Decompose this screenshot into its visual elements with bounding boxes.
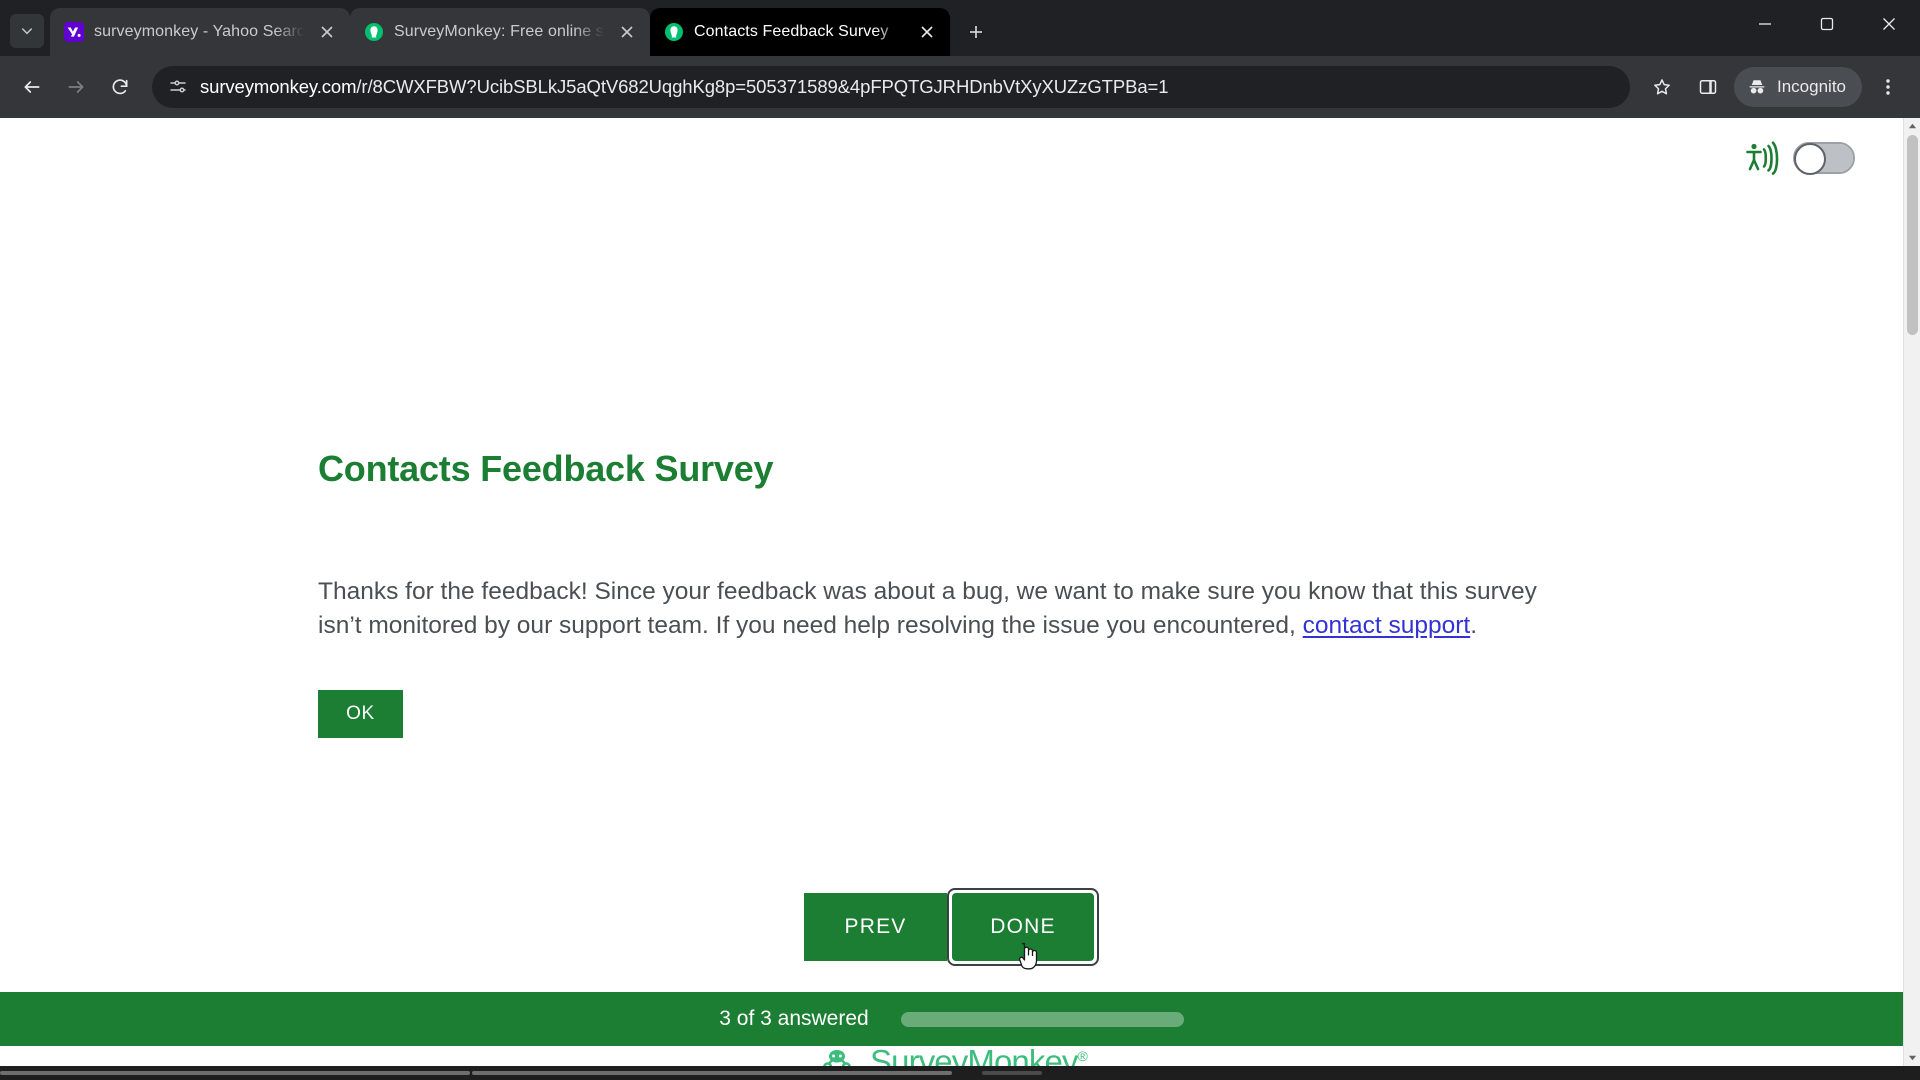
side-panel-icon: [1699, 80, 1717, 94]
minimize-icon: [1759, 23, 1771, 25]
yahoo-icon: [64, 22, 84, 42]
surveymonkey-logo[interactable]: SurveyMonkey®: [0, 1043, 1903, 1066]
close-icon: [321, 26, 333, 38]
arrow-left-icon: [24, 81, 40, 93]
taskbar-segment: [982, 1071, 1042, 1075]
done-button-focus-ring: DONE: [947, 888, 1099, 966]
tab-surveymonkey-home[interactable]: SurveyMonkey: Free online survey softwar…: [350, 8, 650, 56]
survey-page: Contacts Feedback Survey Thanks for the …: [0, 118, 1903, 1066]
tab-search-button[interactable]: [10, 14, 44, 48]
progress-track: [900, 1011, 1184, 1027]
page-scrollbar[interactable]: [1903, 118, 1920, 1066]
incognito-indicator[interactable]: Incognito: [1734, 67, 1862, 107]
os-taskbar: [0, 1066, 1920, 1080]
survey-navigation-buttons: PREV DONE: [804, 888, 1099, 966]
survey-message-period: .: [1470, 611, 1478, 639]
toggle-knob: [1794, 143, 1826, 175]
back-button[interactable]: [12, 67, 52, 107]
window-maximize-button[interactable]: [1796, 0, 1858, 48]
survey-progress-bar: 3 of 3 answered: [0, 992, 1903, 1046]
close-icon: [1883, 18, 1895, 30]
accessibility-toggle-switch[interactable]: [1793, 142, 1855, 175]
page-viewport: Contacts Feedback Survey Thanks for the …: [0, 118, 1920, 1066]
scrollbar-thumb[interactable]: [1907, 135, 1918, 335]
tab-title: surveymonkey - Yahoo Search Results: [94, 23, 304, 40]
survey-navigation: PREV DONE: [0, 888, 1903, 966]
toolbar-right-actions: Incognito: [1642, 67, 1908, 107]
surveymonkey-icon: [664, 22, 684, 42]
chevron-up-icon: [1908, 123, 1916, 129]
ok-button[interactable]: OK: [318, 690, 403, 739]
incognito-icon: [1749, 80, 1765, 94]
maximize-icon: [1820, 17, 1834, 31]
accessibility-icon: [1741, 138, 1781, 178]
scrollbar-up-arrow[interactable]: [1904, 118, 1920, 135]
surveymonkey-icon: [364, 22, 384, 42]
chevron-down-icon: [1908, 1055, 1916, 1061]
address-bar[interactable]: surveymonkey.com/r/8CWXFBW?UcibSBLkJ5aQt…: [152, 66, 1630, 108]
address-bar-url: surveymonkey.com/r/8CWXFBW?UcibSBLkJ5aQt…: [200, 76, 1168, 98]
scrollbar-down-arrow[interactable]: [1904, 1049, 1920, 1066]
browser-window: surveymonkey - Yahoo Search Results Surv…: [0, 0, 1920, 1080]
url-host: surveymonkey.com: [200, 76, 357, 97]
accessibility-toggle-group[interactable]: [1741, 138, 1855, 178]
bookmark-button[interactable]: [1642, 67, 1682, 107]
surveymonkey-wordmark: SurveyMonkey®: [870, 1043, 1088, 1066]
close-icon: [921, 26, 933, 38]
kebab-menu-icon: [1886, 79, 1890, 95]
contact-support-link[interactable]: contact support: [1303, 612, 1471, 639]
reload-icon: [112, 79, 128, 95]
url-path: /r/8CWXFBW?UcibSBLkJ5aQtV682UqghKg8p=505…: [356, 76, 1169, 97]
progress-label: 3 of 3 answered: [719, 1007, 869, 1030]
window-minimize-button[interactable]: [1734, 0, 1796, 48]
tab-contacts-feedback-survey[interactable]: Contacts Feedback Survey: [650, 8, 950, 56]
tab-close-button[interactable]: [314, 19, 340, 45]
trademark-symbol: ®: [1077, 1048, 1088, 1064]
done-button[interactable]: DONE: [952, 893, 1094, 961]
tab-close-button[interactable]: [914, 19, 940, 45]
brand-name: SurveyMonkey: [870, 1043, 1078, 1066]
survey-content: Contacts Feedback Survey Thanks for the …: [318, 448, 1598, 739]
surveymonkey-logo-icon: [823, 1050, 851, 1066]
tab-title: SurveyMonkey: Free online survey softwar…: [394, 23, 604, 40]
window-controls: [1734, 0, 1920, 48]
tab-title: Contacts Feedback Survey: [694, 23, 889, 40]
reload-button[interactable]: [100, 67, 140, 107]
site-settings-icon[interactable]: [168, 77, 188, 97]
side-panel-button[interactable]: [1688, 67, 1728, 107]
taskbar-segment: [472, 1071, 952, 1075]
star-icon: [1654, 79, 1670, 95]
window-close-button[interactable]: [1858, 0, 1920, 48]
tab-surveymonkey-yahoo-search[interactable]: surveymonkey - Yahoo Search Results: [50, 8, 350, 56]
arrow-right-icon: [68, 81, 84, 93]
close-icon: [621, 26, 633, 38]
new-tab-button[interactable]: [958, 14, 994, 50]
prev-button[interactable]: PREV: [804, 893, 947, 961]
tab-strip: surveymonkey - Yahoo Search Results Surv…: [0, 0, 1920, 56]
incognito-label: Incognito: [1777, 77, 1846, 96]
tab-close-button[interactable]: [614, 19, 640, 45]
plus-icon: [970, 26, 982, 38]
survey-message: Thanks for the feedback! Since your feed…: [318, 575, 1568, 642]
forward-button[interactable]: [56, 67, 96, 107]
chevron-down-icon: [21, 28, 33, 35]
page-title: Contacts Feedback Survey: [318, 448, 774, 489]
browser-toolbar: surveymonkey.com/r/8CWXFBW?UcibSBLkJ5aQt…: [0, 56, 1920, 118]
browser-menu-button[interactable]: [1868, 67, 1908, 107]
taskbar-segment: [0, 1071, 470, 1075]
